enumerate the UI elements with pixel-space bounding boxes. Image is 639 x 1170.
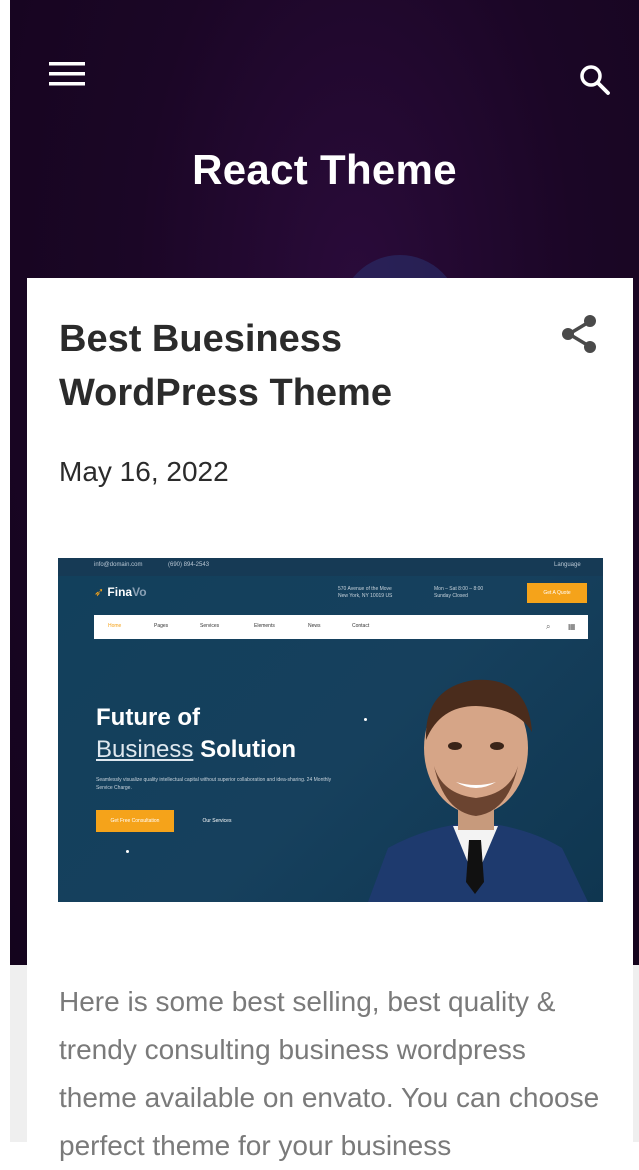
featured-image[interactable]: info@domain.com (690) 894-2543 Language …	[58, 558, 603, 902]
hero-primary-button: Get Free Consultation	[96, 810, 174, 832]
hero-secondary-button: Our Services	[202, 818, 232, 824]
nav-item: Elements	[254, 623, 275, 629]
hours-line1: Mon – Sat 8:00 – 8:00	[434, 586, 484, 592]
topbar-email: info@domain.com	[94, 562, 143, 568]
hours-line2: Sunday Closed	[434, 593, 468, 599]
topbar-phone: (690) 894-2543	[168, 562, 210, 568]
address-line2: New York, NY 10019 US	[338, 593, 393, 599]
nav-item: Pages	[154, 623, 169, 629]
nav-item: Services	[200, 623, 220, 629]
menu-button[interactable]	[40, 52, 94, 96]
nav-item: Home	[108, 623, 122, 629]
share-icon	[562, 315, 596, 353]
post-date: May 16, 2022	[59, 456, 229, 487]
hero-subtext: Seamlessly visualize quality intellectua…	[96, 777, 332, 791]
post-excerpt: Here is some best selling, best quality …	[59, 986, 600, 1161]
featured-navbar: Home Pages Services Elements News Contac…	[94, 615, 588, 639]
hero-headline-line2: Business Solution	[96, 736, 296, 764]
nav-grid-icon: ▦	[568, 622, 576, 631]
post-card: Best Buesiness WordPress Theme May 16, 2…	[27, 278, 633, 1161]
businessman-photo	[368, 679, 588, 902]
hours-info: Mon – Sat 8:00 – 8:00 Sunday Closed	[434, 586, 483, 600]
featured-logo: ➶ FinaVo	[94, 585, 147, 599]
decor-dot	[126, 850, 129, 853]
logo-suffix: Vo	[132, 585, 147, 599]
hero-underlined-word: Business	[96, 736, 194, 763]
nav-item: Contact	[352, 623, 370, 629]
search-button[interactable]	[570, 58, 620, 102]
quote-button: Get A Quote	[527, 583, 587, 603]
app-title: React Theme	[192, 146, 457, 193]
post-title[interactable]: Best Buesiness WordPress Theme	[59, 312, 539, 420]
featured-image-topbar: info@domain.com (690) 894-2543 Language	[58, 558, 603, 576]
hamburger-menu-icon	[49, 62, 85, 86]
hero-headline-line1: Future of	[96, 704, 200, 731]
share-button[interactable]	[557, 312, 601, 356]
address-info: 570 Avenue of the Move New York, NY 1001…	[338, 586, 392, 600]
address-line1: 570 Avenue of the Move	[338, 586, 392, 592]
search-icon	[580, 65, 610, 95]
nav-search-icon: ⌕	[546, 622, 551, 631]
topbar-language: Language	[554, 562, 581, 568]
hero-bold-word: Solution	[200, 736, 297, 763]
logo-mark-icon: ➶	[94, 585, 105, 599]
nav-item: News	[308, 623, 321, 629]
page-edge	[0, 0, 10, 1142]
logo-text: Fina	[107, 585, 133, 599]
